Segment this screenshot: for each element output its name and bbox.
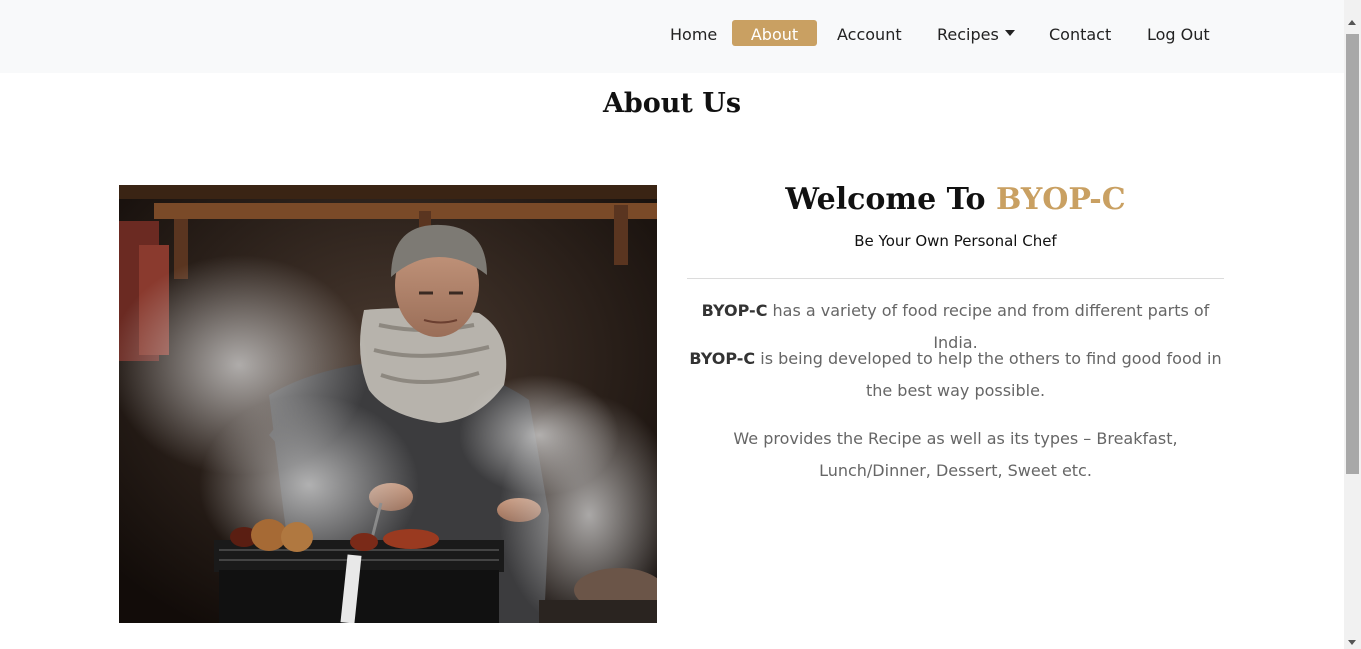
vertical-scrollbar[interactable] xyxy=(1344,0,1361,649)
about-paragraph-3: We provides the Recipe as well as its ty… xyxy=(687,423,1224,487)
welcome-prefix: Welcome To xyxy=(785,182,986,217)
nav-account-link[interactable]: Account xyxy=(837,20,902,46)
caret-down-icon xyxy=(1004,30,1015,36)
navbar: Home About Account Recipes Contact Log O… xyxy=(0,0,1344,73)
nav-recipes-label: Recipes xyxy=(937,25,999,44)
about-paragraph-2: BYOP-C is being developed to help the ot… xyxy=(687,343,1224,407)
paragraph-brand: BYOP-C xyxy=(701,301,768,320)
nav-logout-link[interactable]: Log Out xyxy=(1147,20,1210,46)
scroll-down-arrow-icon[interactable] xyxy=(1348,640,1356,645)
nav-recipes-dropdown[interactable]: Recipes xyxy=(937,20,1015,46)
nav-home-link[interactable]: Home xyxy=(670,20,717,46)
section-divider xyxy=(687,278,1224,279)
brand-name: BYOP-C xyxy=(996,182,1126,217)
page-title: About Us xyxy=(602,88,742,119)
scroll-up-arrow-icon[interactable] xyxy=(1348,20,1356,25)
scrollbar-thumb[interactable] xyxy=(1346,34,1359,474)
paragraph-brand: BYOP-C xyxy=(689,349,756,368)
page: Home About Account Recipes Contact Log O… xyxy=(0,0,1344,649)
nav-about-link[interactable]: About xyxy=(732,20,817,46)
tagline: Be Your Own Personal Chef xyxy=(854,232,1057,250)
welcome-heading: Welcome To BYOP-C xyxy=(687,182,1224,217)
paragraph-text: is being developed to help the others to… xyxy=(755,349,1222,400)
chef-grilling-photo xyxy=(119,185,657,623)
nav-contact-link[interactable]: Contact xyxy=(1049,20,1111,46)
paragraph-text: We provides the Recipe as well as its ty… xyxy=(733,429,1178,480)
